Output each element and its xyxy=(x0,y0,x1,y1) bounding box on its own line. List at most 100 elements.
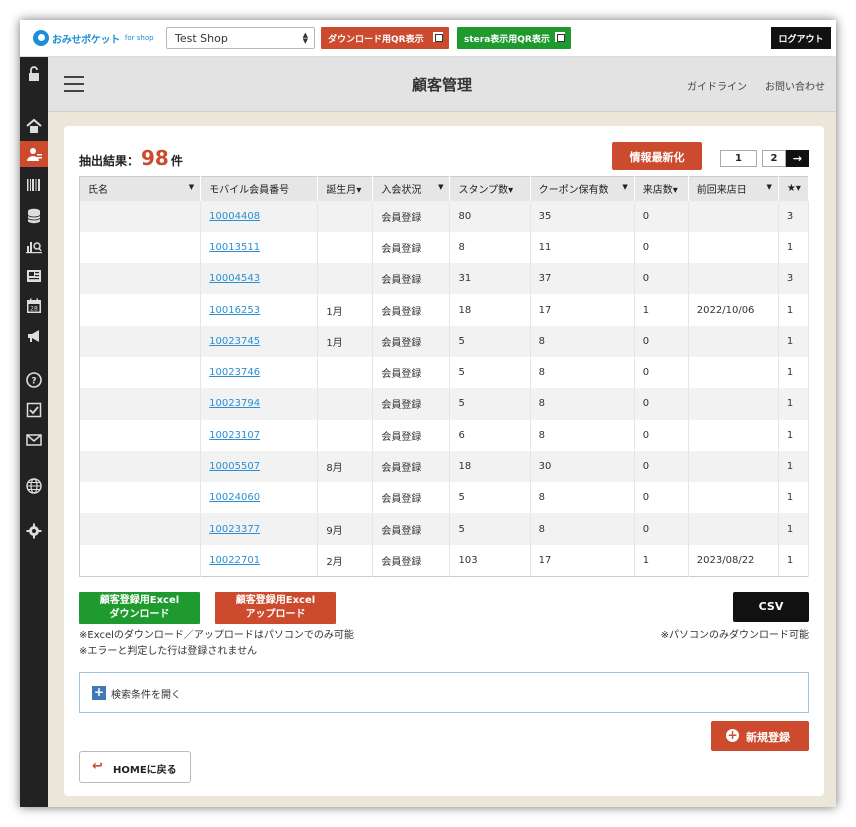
page-1-button[interactable]: 1 xyxy=(720,150,757,167)
excel-download-button[interactable]: 顧客登録用Excel ダウンロード xyxy=(79,592,200,624)
search-conditions-toggle[interactable]: + 検索条件を開く xyxy=(79,672,809,713)
column-header-visits[interactable]: 来店数▾ xyxy=(634,176,689,201)
table-cell xyxy=(79,513,202,545)
column-header-birth-month[interactable]: 誕生月▾ xyxy=(317,176,374,201)
table-cell: 5 xyxy=(449,482,531,514)
contact-link[interactable]: お問い合わせ xyxy=(765,78,825,93)
member-number-link[interactable]: 10013511 xyxy=(200,231,319,264)
customers-icon[interactable] xyxy=(20,141,48,167)
table-cell: 0 xyxy=(634,513,689,545)
table-row[interactable]: 10023377 9月 会員登録 5 8 0 1 xyxy=(79,513,810,545)
logout-button[interactable]: ログアウト xyxy=(771,27,831,49)
table-cell: 0 xyxy=(634,356,689,389)
table-row[interactable]: 10023107 会員登録 6 8 0 1 xyxy=(79,419,810,451)
qr-code-icon xyxy=(433,32,443,42)
gear-icon[interactable] xyxy=(20,518,48,544)
column-header-stamps[interactable]: スタンプ数▾ xyxy=(449,176,531,201)
database-icon[interactable] xyxy=(20,203,48,229)
search-toggle-label: 検索条件を開く xyxy=(111,690,181,701)
table-row[interactable]: 10024060 会員登録 5 8 0 1 xyxy=(79,482,810,514)
table-row[interactable]: 10023794 会員登録 5 8 0 1 xyxy=(79,388,810,420)
csv-button[interactable]: CSV xyxy=(733,592,809,622)
table-cell xyxy=(688,419,779,451)
table-cell: 17 xyxy=(530,544,635,577)
table-cell: 0 xyxy=(634,482,689,514)
globe-icon[interactable] xyxy=(20,473,48,499)
checkbox-icon[interactable] xyxy=(20,397,48,423)
member-number-link[interactable]: 10016253 xyxy=(200,294,319,326)
table-row[interactable]: 10022701 2月 会員登録 103 17 1 2023/08/22 1 xyxy=(79,544,810,577)
table-cell: 35 xyxy=(530,200,635,232)
member-number-link[interactable]: 10004408 xyxy=(200,200,319,232)
table-row[interactable]: 10016253 1月 会員登録 18 17 1 2022/10/06 1 xyxy=(79,294,810,326)
table-cell: 0 xyxy=(634,388,689,420)
shop-select[interactable]: Test Shop ▲ ▼ xyxy=(166,27,315,49)
column-header-name[interactable]: 氏名 ▼ xyxy=(79,176,202,201)
table-cell: 1 xyxy=(778,231,810,264)
table-cell: 31 xyxy=(449,263,531,295)
next-page-arrow-icon[interactable]: → xyxy=(786,150,809,167)
table-cell: 8月 xyxy=(317,450,374,483)
table-cell xyxy=(317,200,374,232)
member-number-link[interactable]: 10023107 xyxy=(200,419,319,451)
refresh-info-button[interactable]: 情報最新化 xyxy=(612,142,702,170)
calendar-icon[interactable]: 28 xyxy=(20,293,48,319)
stera-qr-button[interactable]: stera表示用QR表示 xyxy=(457,27,571,49)
table-header-row: 氏名 ▼ モバイル会員番号 誕生月▾ 入会状況 ▼ スタンプ数▾ クーポン保有数 ▼ … xyxy=(79,176,810,201)
logo-icon xyxy=(33,30,49,46)
table-row[interactable]: 10023746 会員登録 5 8 0 1 xyxy=(79,356,810,389)
home-back-button[interactable]: ↩ HOMEに戻る xyxy=(79,751,191,783)
download-qr-button[interactable]: ダウンロード用QR表示 xyxy=(321,27,449,49)
select-arrows-icon: ▲ ▼ xyxy=(302,31,308,45)
table-row[interactable]: 10005507 8月 会員登録 18 30 0 1 xyxy=(79,450,810,483)
member-number-link[interactable]: 10004543 xyxy=(200,263,319,295)
result-summary: 抽出結果： 98 件 xyxy=(79,146,183,170)
stera-qr-label: stera表示用QR表示 xyxy=(464,35,550,45)
unlock-icon[interactable] xyxy=(20,61,48,87)
table-row[interactable]: 10004408 会員登録 80 35 0 3 xyxy=(79,200,810,232)
member-number-link[interactable]: 10023794 xyxy=(200,388,319,420)
table-cell: 80 xyxy=(449,200,531,232)
table-cell: 103 xyxy=(449,544,531,577)
table-row[interactable]: 10004543 会員登録 31 37 0 3 xyxy=(79,263,810,295)
megaphone-icon[interactable] xyxy=(20,323,48,349)
help-icon[interactable]: ? xyxy=(20,367,48,393)
member-number-link[interactable]: 10024060 xyxy=(200,482,319,514)
analytics-icon[interactable] xyxy=(20,233,48,259)
table-cell xyxy=(317,356,374,389)
member-number-link[interactable]: 10023745 xyxy=(200,325,319,357)
table-cell xyxy=(79,325,202,357)
table-cell xyxy=(79,482,202,514)
table-row[interactable]: 10013511 会員登録 8 11 0 1 xyxy=(79,231,810,264)
member-number-link[interactable]: 10005507 xyxy=(200,450,319,483)
table-cell: 1月 xyxy=(317,325,374,357)
result-label: 抽出結果： xyxy=(79,154,140,168)
column-header-status[interactable]: 入会状況 ▼ xyxy=(372,176,451,201)
table-cell xyxy=(79,419,202,451)
member-number-link[interactable]: 10022701 xyxy=(200,544,319,577)
barcode-icon[interactable] xyxy=(20,172,48,198)
page-2-button[interactable]: 2 xyxy=(762,150,786,167)
column-header-last-visit[interactable]: 前回来店日 ▼ xyxy=(688,176,779,201)
guideline-link[interactable]: ガイドライン xyxy=(687,78,747,93)
table-cell: 3 xyxy=(778,263,810,295)
result-count: 98 xyxy=(141,146,169,170)
column-header-member-number[interactable]: モバイル会員番号 xyxy=(200,176,319,201)
member-number-link[interactable]: 10023746 xyxy=(200,356,319,389)
member-number-link[interactable]: 10023377 xyxy=(200,513,319,545)
logo[interactable]: おみせポケット for shop xyxy=(33,28,154,48)
home-icon[interactable] xyxy=(20,113,48,139)
excel-download-label-1: 顧客登録用Excel xyxy=(99,595,180,606)
table-cell: 6 xyxy=(449,419,531,451)
excel-upload-button[interactable]: 顧客登録用Excel アップロード xyxy=(215,592,336,624)
column-header-coupons[interactable]: クーポン保有数 ▼ xyxy=(530,176,635,201)
plus-circle-icon: + xyxy=(726,728,739,742)
mail-icon[interactable] xyxy=(20,427,48,453)
table-cell: 0 xyxy=(634,263,689,295)
excel-upload-label-1: 顧客登録用Excel xyxy=(235,595,316,606)
table-row[interactable]: 10023745 1月 会員登録 5 8 0 1 xyxy=(79,325,810,357)
new-register-button[interactable]: + 新規登録 xyxy=(711,721,809,751)
column-header-star[interactable]: ★▾ xyxy=(778,176,810,201)
news-icon[interactable] xyxy=(20,263,48,289)
plus-icon: + xyxy=(92,685,106,700)
